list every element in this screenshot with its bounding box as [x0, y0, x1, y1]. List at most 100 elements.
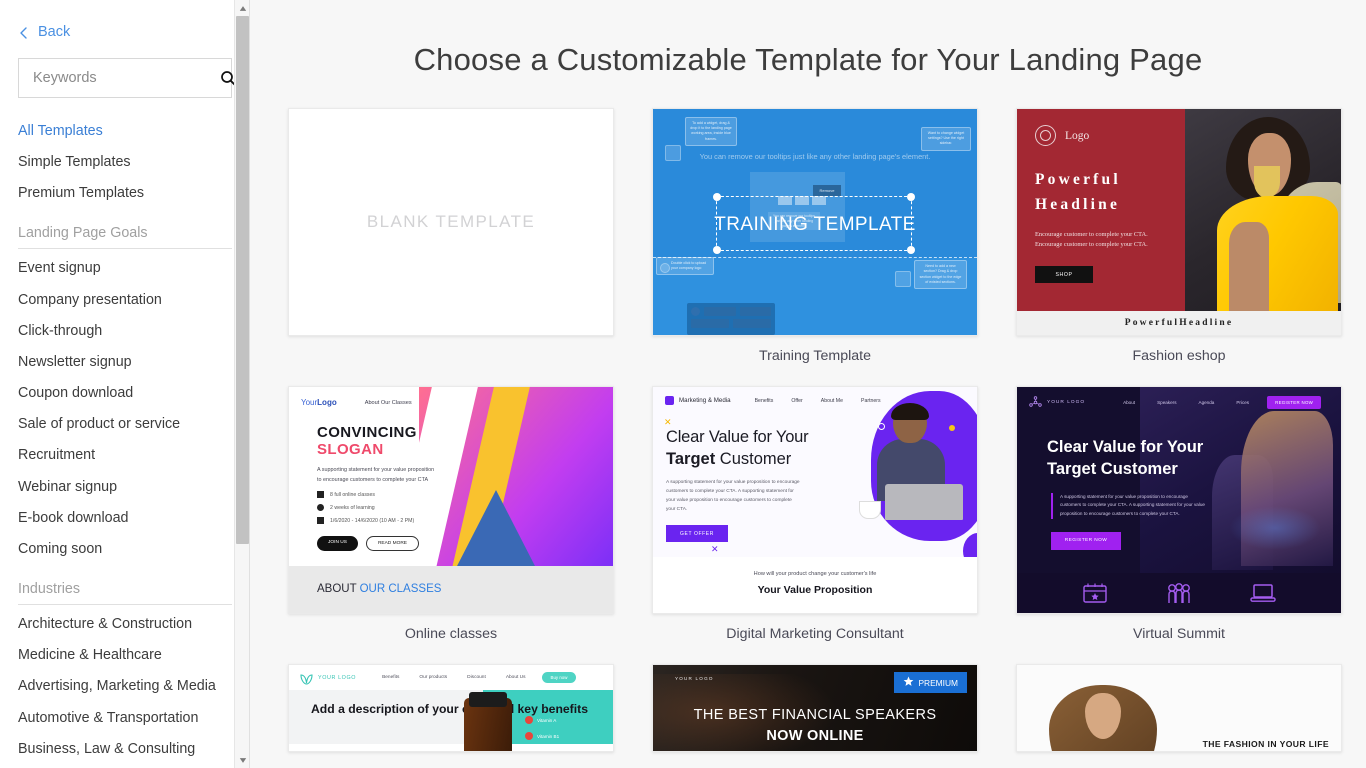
resize-handle-icon — [713, 246, 721, 254]
virtual-summit-footer — [1017, 573, 1341, 613]
online-classes-feature: 1/6/2020 - 14/6/2020 (10 AM - 2 PM) — [317, 517, 613, 524]
supplement-nav-links: Benefits Our products Discount About Us — [382, 675, 525, 680]
line-height-field — [739, 307, 771, 316]
online-classes-feature: 8 full online classes — [317, 491, 613, 498]
sidebar-item-click-through[interactable]: Click-through — [18, 316, 250, 347]
training-tooltip-3: Double click to upload your company logo — [656, 256, 714, 275]
person-hair — [891, 403, 929, 420]
digital-marketing-footer-small: How will your product change your custom… — [753, 571, 877, 577]
app-root: Back All Templates Simple Templates Prem… — [0, 0, 1366, 768]
digital-marketing-nav-links: Benefits Offer About Me Partners — [755, 398, 881, 404]
font-weight-select — [733, 319, 771, 328]
search-input[interactable] — [33, 70, 220, 86]
sidebar: Back All Templates Simple Templates Prem… — [0, 0, 250, 768]
template-thumbnail-virtual-summit[interactable]: YOUR LOGO About Speakers Agenda Prices R… — [1016, 386, 1342, 614]
sidebar-item-business-law-consulting[interactable]: Business, Law & Consulting — [18, 734, 250, 765]
online-classes-body: A supporting statement for your value pr… — [317, 467, 435, 483]
training-tooltip-1: To add a widget, drag & drop it to the l… — [685, 117, 737, 146]
template-thumbnail-fashion-eshop[interactable]: Logo Powerful Headline Encourage custome… — [1016, 108, 1342, 336]
template-card-virtual-summit[interactable]: YOUR LOGO About Speakers Agenda Prices R… — [1016, 386, 1342, 650]
template-thumbnail-fashion-life[interactable]: THE FASHION IN YOUR LIFE — [1016, 664, 1342, 752]
coffee-cup-icon — [859, 501, 881, 519]
sidebar-item-coupon-download[interactable]: Coupon download — [18, 378, 250, 409]
sidebar-item-simple-templates[interactable]: Simple Templates — [18, 147, 250, 178]
fashion-life-model — [1049, 675, 1157, 751]
template-thumbnail-training[interactable]: To add a widget, drag & drop it to the l… — [652, 108, 978, 336]
template-thumbnail-blank[interactable]: BLANK TEMPLATE — [288, 108, 614, 336]
sidebar-item-sale-of-product-or-service[interactable]: Sale of product or service — [18, 409, 250, 440]
sidebar-item-automotive-transportation[interactable]: Automotive & Transportation — [18, 703, 250, 734]
star-icon — [903, 676, 914, 689]
back-button[interactable]: Back — [0, 0, 250, 40]
register-now-button: REGISTER NOW — [1051, 531, 1121, 550]
resize-handle-icon — [713, 193, 721, 201]
template-thumbnail-digital-marketing[interactable]: Marketing & Media Benefits Offer About M… — [652, 386, 978, 614]
template-gallery: Choose a Customizable Template for Your … — [250, 0, 1366, 768]
template-card-fashion-life[interactable]: THE FASHION IN YOUR LIFE — [1016, 664, 1342, 752]
sidebar-item-ebook-download[interactable]: E-book download — [18, 503, 250, 534]
template-card-supplement[interactable]: YOUR LOGO Benefits Our products Discount… — [288, 664, 614, 752]
template-label-digital-marketing: Digital Marketing Consultant — [726, 626, 904, 642]
sidebar-item-premium-templates[interactable]: Premium Templates — [18, 178, 250, 209]
model-arm — [1229, 222, 1270, 311]
digital-marketing-logo: Marketing & Media — [679, 397, 731, 404]
search-box[interactable] — [18, 58, 237, 98]
sidebar-item-coming-soon[interactable]: Coming soon — [18, 534, 250, 565]
sidebar-nav: All Templates Simple Templates Premium T… — [0, 98, 250, 768]
sidebar-item-webinar-signup[interactable]: Webinar signup — [18, 472, 250, 503]
template-card-fashion-eshop[interactable]: Logo Powerful Headline Encourage custome… — [1016, 108, 1342, 372]
template-thumbnail-supplement[interactable]: YOUR LOGO Benefits Our products Discount… — [288, 664, 614, 752]
sidebar-item-event-signup[interactable]: Event signup — [18, 253, 250, 284]
template-card-digital-marketing[interactable]: Marketing & Media Benefits Offer About M… — [652, 386, 978, 650]
virtual-summit-headline-2: Target Customer — [1047, 460, 1178, 479]
scroll-up-arrow-icon[interactable] — [235, 0, 250, 16]
sidebar-item-advertising-marketing-media[interactable]: Advertising, Marketing & Media — [18, 671, 250, 702]
fashion-logo: Logo — [1035, 125, 1167, 146]
virtual-summit-logo: YOUR LOGO — [1047, 400, 1086, 405]
scrollbar-thumb[interactable] — [236, 16, 249, 544]
template-thumbnail-financial-speakers[interactable]: YOUR LOGO PREMIUM THE BEST FINANCIAL SPE… — [652, 664, 978, 752]
sidebar-item-medicine-healthcare[interactable]: Medicine & Healthcare — [18, 640, 250, 671]
model-necklace — [1253, 165, 1281, 198]
template-thumbnail-online-classes[interactable]: YourLogo About Our Classes Benefits Teac… — [288, 386, 614, 614]
template-card-online-classes[interactable]: YourLogo About Our Classes Benefits Teac… — [288, 386, 614, 650]
resize-handle-icon — [907, 193, 915, 201]
sidebar-item-newsletter-signup[interactable]: Newsletter signup — [18, 347, 250, 378]
virtual-summit-nav-links: About Speakers Agenda Prices — [1123, 400, 1249, 405]
fashion-footer: PowerfulHeadline — [1017, 311, 1341, 335]
online-classes-hero: CONVINCING SLOGAN A supporting statement… — [289, 418, 613, 551]
financial-headline-2: NOW ONLINE — [766, 728, 864, 744]
sidebar-item-architecture-construction[interactable]: Architecture & Construction — [18, 609, 250, 640]
sidebar-item-company-presentation[interactable]: Company presentation — [18, 285, 250, 316]
calendar-icon — [1082, 582, 1108, 604]
premium-badge-label: PREMIUM — [918, 677, 958, 688]
sidebar-scrollbar[interactable] — [234, 0, 250, 768]
scroll-down-arrow-icon[interactable] — [235, 752, 250, 768]
tag-label: Vitamin B1 — [537, 733, 560, 739]
laptop-icon — [1250, 582, 1276, 604]
template-card-blank[interactable]: BLANK TEMPLATE — [288, 108, 614, 372]
blank-template-label: BLANK TEMPLATE — [366, 212, 536, 231]
page-title: Choose a Customizable Template for Your … — [413, 42, 1203, 77]
online-classes-feature: 2 weeks of learning — [317, 504, 613, 511]
supplement-logo: YOUR LOGO — [318, 674, 357, 681]
toolbar-row-2 — [691, 319, 771, 328]
sidebar-item-recruitment[interactable]: Recruitment — [18, 440, 250, 471]
nav-link: Prices — [1236, 400, 1250, 405]
financial-headline-1: THE BEST FINANCIAL SPEAKERS — [693, 707, 937, 723]
template-card-training[interactable]: To add a widget, drag & drop it to the l… — [652, 108, 978, 372]
marketing-logo-icon — [665, 396, 674, 405]
feature-text: 2 weeks of learning — [330, 504, 375, 511]
font-family-select — [691, 319, 729, 328]
sidebar-item-all-templates[interactable]: All Templates — [18, 116, 250, 147]
chevron-left-icon — [18, 26, 30, 39]
nav-link: About Our Classes — [364, 399, 412, 406]
template-card-financial-speakers[interactable]: YOUR LOGO PREMIUM THE BEST FINANCIAL SPE… — [652, 664, 978, 752]
join-us-button: JOIN US — [317, 536, 358, 551]
template-label-online-classes: Online classes — [404, 626, 498, 642]
nav-link: About Me — [820, 397, 843, 404]
section-widget-icon — [895, 271, 911, 287]
virtual-summit-nav: YOUR LOGO About Speakers Agenda Prices R… — [1017, 387, 1341, 418]
training-tooltip-2: Want to change widget settings? Use the … — [921, 127, 971, 151]
template-grid: BLANK TEMPLATE To add a widget, drag & d… — [250, 108, 1366, 752]
